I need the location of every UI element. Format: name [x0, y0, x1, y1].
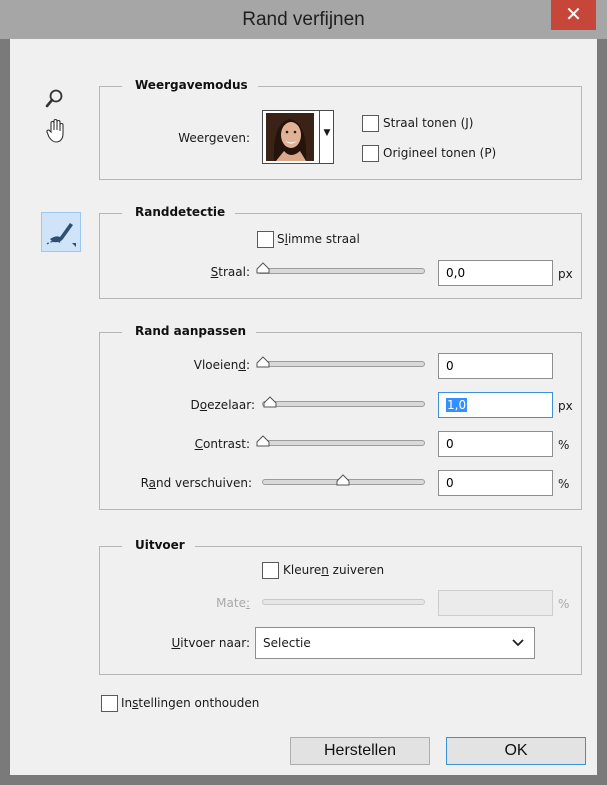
amount-slider[interactable] [262, 599, 425, 605]
title-bar[interactable]: Rand verfijnen ✕ [0, 0, 607, 39]
feather-slider[interactable] [262, 401, 425, 407]
output-to-select[interactable]: Selectie [255, 627, 535, 659]
contrast-slider[interactable] [257, 440, 425, 446]
smooth-input[interactable]: 0 [438, 353, 553, 379]
edge-detection-group: Randdetectie [99, 205, 582, 299]
show-radius-label: Straal tonen (J) [383, 116, 474, 130]
ok-button[interactable]: OK [446, 737, 586, 765]
feather-slider-thumb[interactable] [263, 396, 277, 408]
edge-detection-legend: Randdetectie [122, 205, 236, 219]
radius-unit: px [558, 267, 573, 281]
radius-slider-thumb[interactable] [256, 262, 270, 274]
chevron-down-icon [512, 636, 524, 650]
dropdown-arrow-icon: ▼ [319, 111, 334, 163]
decontaminate-label: Kleuren zuiveren [283, 563, 385, 577]
hand-icon [46, 119, 64, 143]
portrait-thumbnail-icon [266, 113, 314, 161]
output-legend: Uitvoer [122, 538, 195, 552]
remember-settings-label: Instellingen onthouden [121, 696, 260, 710]
feather-unit: px [558, 399, 573, 413]
zoom-tool[interactable] [44, 88, 66, 110]
hand-tool[interactable] [44, 118, 68, 144]
smooth-label: Vloeiend: [193, 358, 250, 372]
show-original-checkbox[interactable] [362, 145, 379, 162]
show-radius-checkbox[interactable] [362, 115, 379, 132]
output-to-value: Selectie [263, 636, 311, 650]
feather-input[interactable]: 1,0 [438, 392, 553, 418]
contrast-unit: % [558, 438, 570, 452]
adjust-edge-legend: Rand aanpassen [122, 324, 257, 338]
remember-settings-checkbox[interactable] [101, 695, 118, 712]
radius-slider[interactable] [257, 268, 425, 274]
output-to-label: Uitvoer naar: [171, 636, 251, 650]
smooth-slider-thumb[interactable] [256, 356, 270, 368]
smart-radius-label: Slimme straal [277, 232, 360, 246]
view-preview-image [266, 113, 314, 161]
refine-brush-icon [46, 223, 76, 247]
shift-edge-slider-thumb[interactable] [336, 474, 350, 486]
contrast-label: Contrast: [194, 437, 250, 451]
show-original-label: Origineel tonen (P) [383, 146, 497, 160]
reset-button[interactable]: Herstellen [290, 737, 430, 765]
close-icon: ✕ [565, 2, 582, 26]
amount-input[interactable] [438, 590, 553, 616]
smooth-slider[interactable] [257, 361, 425, 367]
feather-label: Doezelaar: [190, 398, 255, 412]
view-mode-legend: Weergavemodus [122, 78, 258, 92]
refine-radius-tool[interactable] [41, 212, 81, 252]
amount-unit: % [558, 597, 570, 611]
shift-edge-input[interactable]: 0 [438, 470, 553, 496]
amount-label: Mate: [216, 596, 250, 610]
window-title: Rand verfijnen [242, 9, 365, 30]
zoom-icon [45, 89, 63, 108]
contrast-slider-thumb[interactable] [256, 435, 270, 447]
view-label: Weergeven: [178, 131, 250, 145]
decontaminate-checkbox[interactable] [262, 562, 279, 579]
view-mode-dropdown[interactable]: ▼ [262, 110, 334, 164]
shift-edge-unit: % [558, 477, 570, 491]
radius-label: Straal: [210, 265, 250, 279]
shift-edge-label: Rand verschuiven: [140, 476, 252, 490]
feather-value: 1,0 [446, 398, 468, 412]
close-button[interactable]: ✕ [551, 0, 596, 30]
dialog-window: Rand verfijnen ✕ Weergavemodus Weergeven… [0, 0, 607, 785]
radius-input[interactable]: 0,0 [438, 260, 553, 286]
smart-radius-checkbox[interactable] [257, 231, 274, 248]
contrast-input[interactable]: 0 [438, 431, 553, 457]
